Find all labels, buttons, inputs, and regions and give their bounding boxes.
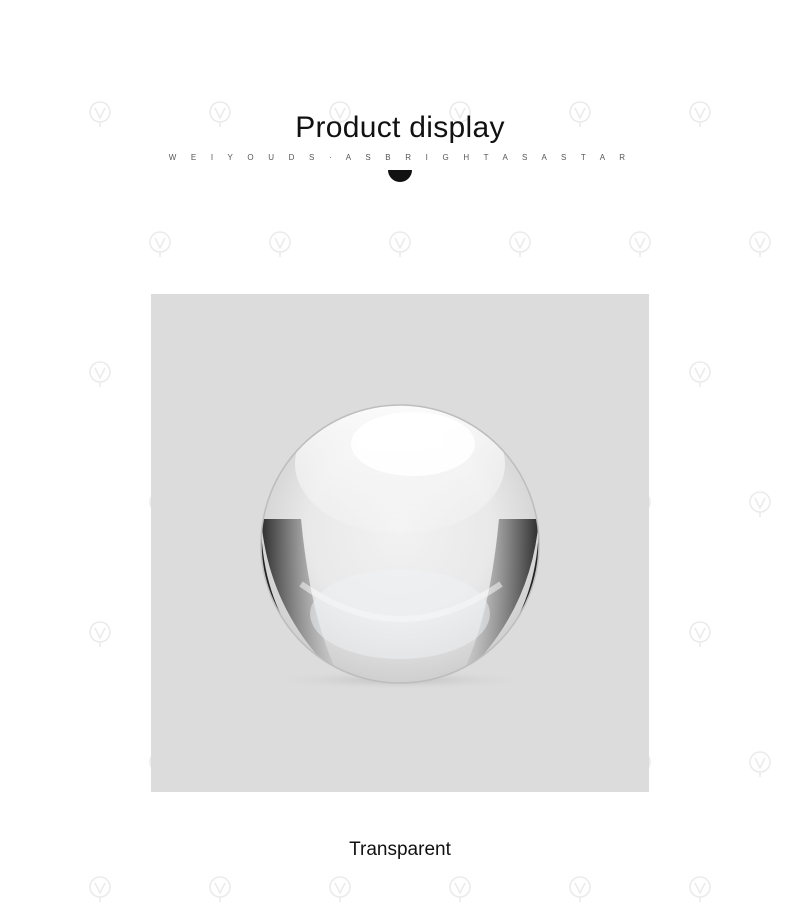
- logo-watermark-icon: [629, 231, 651, 257]
- logo-watermark-icon: [269, 231, 291, 257]
- logo-watermark-icon: [689, 876, 711, 902]
- logo-watermark-icon: [329, 876, 351, 902]
- section-header: Product display W E I Y O U D S · A S B …: [0, 108, 800, 164]
- page-title: Product display: [295, 111, 505, 144]
- divider-half-circle-icon: [388, 170, 412, 182]
- logo-watermark-icon: [449, 876, 471, 902]
- logo-watermark-icon: [749, 751, 771, 777]
- logo-watermark-icon: [689, 621, 711, 647]
- logo-watermark-icon: [149, 231, 171, 257]
- logo-watermark-icon: [749, 491, 771, 517]
- logo-watermark-icon: [209, 876, 231, 902]
- logo-watermark-icon: [89, 876, 111, 902]
- logo-watermark-icon: [509, 231, 531, 257]
- logo-watermark-icon: [569, 876, 591, 902]
- product-image: [151, 294, 649, 792]
- product-caption: Transparent: [349, 839, 451, 860]
- logo-watermark-icon: [389, 231, 411, 257]
- logo-watermark-icon: [89, 361, 111, 387]
- logo-watermark-icon: [689, 361, 711, 387]
- crystal-ball-icon: [260, 404, 540, 690]
- brand-slogan: W E I Y O U D S · A S B R I G H T A S A …: [168, 153, 632, 162]
- logo-watermark-icon: [89, 621, 111, 647]
- logo-watermark-icon: [749, 231, 771, 257]
